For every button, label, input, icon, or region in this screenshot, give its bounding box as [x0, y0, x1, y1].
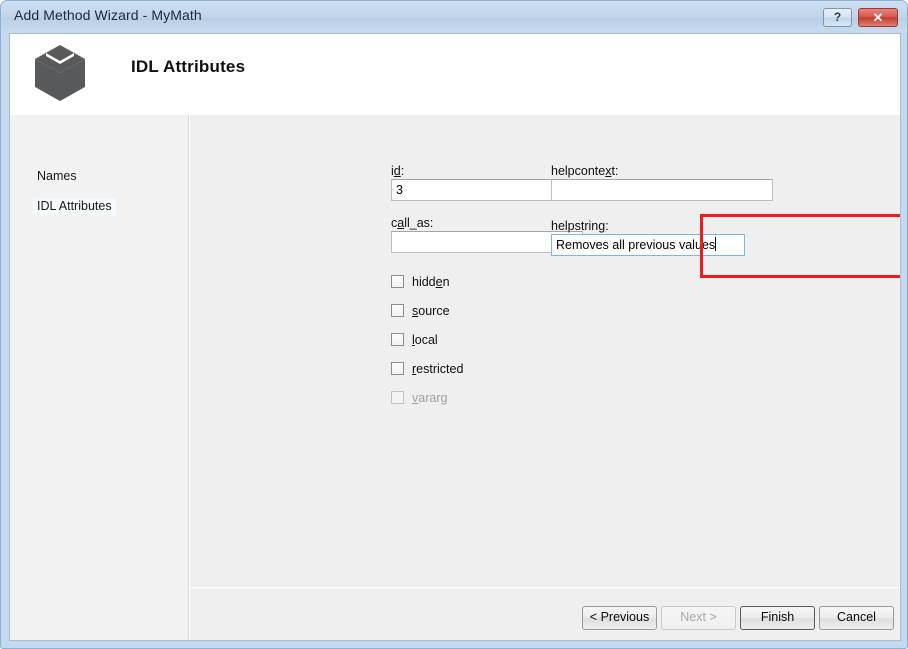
- checkbox-vararg-label: vararg: [412, 391, 448, 405]
- helpstring-label: helpstring:: [551, 219, 609, 233]
- checkbox-local[interactable]: local: [391, 333, 438, 349]
- checkbox-vararg-box: [391, 391, 404, 404]
- checkbox-restricted-label: restricted: [412, 362, 464, 376]
- helpcontext-input[interactable]: [551, 179, 773, 201]
- checkbox-vararg: vararg: [391, 391, 447, 407]
- sidebar-item-names[interactable]: Names: [32, 167, 82, 186]
- id-label: id:: [391, 164, 405, 178]
- help-button[interactable]: ?: [823, 8, 852, 27]
- wizard-header: IDL Attributes: [10, 34, 900, 115]
- checkbox-hidden-label: hidden: [412, 275, 450, 289]
- wizard-sidebar: Names IDL Attributes: [10, 115, 189, 640]
- checkbox-local-label: local: [412, 333, 438, 347]
- checkbox-hidden-box[interactable]: [391, 275, 404, 288]
- checkbox-local-box[interactable]: [391, 333, 404, 346]
- wizard-window: Add Method Wizard - MyMath ? ✕ IDL Attri…: [0, 0, 908, 649]
- wizard-button-bar: < Previous Next > Finish Cancel: [190, 589, 900, 640]
- helpstring-value: Removes all previous values: [556, 238, 716, 252]
- next-button: Next >: [661, 606, 736, 630]
- close-button[interactable]: ✕: [858, 8, 898, 27]
- previous-button[interactable]: < Previous: [582, 606, 657, 630]
- dialog-client-area: IDL Attributes Names IDL Attributes id: …: [9, 33, 901, 641]
- checkbox-source-label: source: [412, 304, 450, 318]
- wizard-main-panel: id: call_as: hidden source local restric…: [190, 115, 900, 640]
- sidebar-item-idl-attributes[interactable]: IDL Attributes: [32, 197, 117, 216]
- checkbox-restricted[interactable]: restricted: [391, 362, 463, 378]
- wizard-content: id: call_as: hidden source local restric…: [190, 115, 900, 588]
- checkbox-restricted-box[interactable]: [391, 362, 404, 375]
- helpstring-input[interactable]: Removes all previous values: [551, 234, 745, 256]
- checkbox-source[interactable]: source: [391, 304, 450, 320]
- text-caret: [715, 237, 717, 251]
- call-as-label: call_as:: [391, 216, 434, 230]
- window-title: Add Method Wizard - MyMath: [14, 7, 202, 23]
- checkbox-hidden[interactable]: hidden: [391, 275, 450, 291]
- finish-button[interactable]: Finish: [740, 606, 815, 630]
- page-title: IDL Attributes: [131, 57, 246, 76]
- checkbox-source-box[interactable]: [391, 304, 404, 317]
- helpcontext-label: helpcontext:: [551, 164, 619, 178]
- title-bar: Add Method Wizard - MyMath ? ✕: [1, 1, 907, 33]
- cancel-button[interactable]: Cancel: [819, 606, 894, 630]
- cube-icon: [32, 43, 88, 103]
